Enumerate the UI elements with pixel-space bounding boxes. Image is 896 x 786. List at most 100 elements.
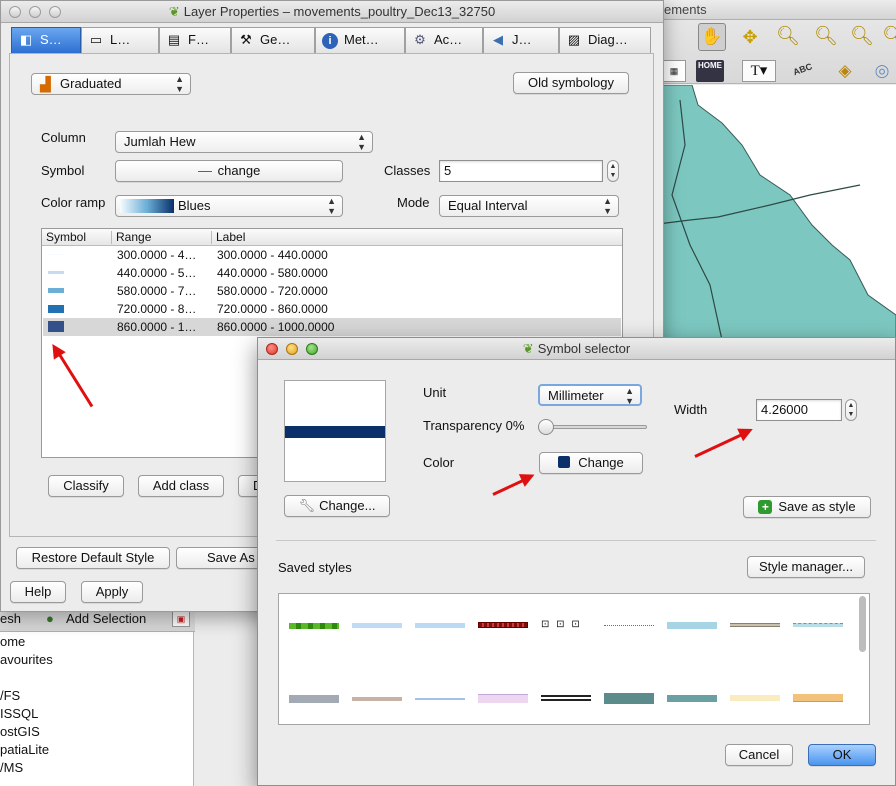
apply-button[interactable]: Apply bbox=[81, 581, 143, 603]
zoom-layer-icon[interactable]: 🔍︎ bbox=[882, 23, 896, 51]
browser-item-favourites[interactable]: avourites bbox=[0, 652, 53, 667]
layers-panel-area bbox=[195, 612, 257, 786]
transparency-slider-track[interactable] bbox=[538, 419, 647, 435]
browser-item-mssql[interactable]: ISSQL bbox=[0, 706, 38, 721]
map-toolbar: ✋ ✥ 🔍︎ 🔍︎ 🔍︎ 🔍︎ ▦ HOME T▾ ABC ◈ ◎ bbox=[650, 20, 896, 84]
style-item-17[interactable] bbox=[730, 695, 780, 701]
tab-joins-label: J… bbox=[512, 32, 532, 47]
style-item-11[interactable] bbox=[352, 697, 402, 701]
style-item-16[interactable] bbox=[667, 695, 717, 702]
label-tool-text: ABC bbox=[791, 61, 814, 78]
unit-combo[interactable]: Millimeter ▲ ▼ bbox=[538, 384, 642, 406]
table-row[interactable]: 720.0000 - 8… 720.0000 - 860.0000 bbox=[43, 300, 621, 318]
tab-style[interactable]: ◧ S… bbox=[11, 27, 81, 53]
selector-close-button[interactable] bbox=[266, 343, 278, 355]
style-item-12[interactable] bbox=[415, 698, 465, 700]
tab-general[interactable]: ⚒ Ge… bbox=[231, 27, 315, 53]
layer-properties-titlebar: ❦ Layer Properties – movements_poultry_De… bbox=[1, 1, 663, 23]
map-canvas[interactable] bbox=[650, 85, 896, 340]
classes-spinbox[interactable]: 5 bbox=[439, 160, 603, 182]
home-icon[interactable]: HOME bbox=[696, 60, 724, 82]
restore-default-style-button[interactable]: Restore Default Style bbox=[16, 547, 170, 569]
symbol-label: Symbol bbox=[41, 163, 85, 178]
classify-button[interactable]: Classify bbox=[48, 475, 124, 497]
browser-item-spatialite[interactable]: patiaLite bbox=[0, 742, 49, 757]
tab-fields[interactable]: ▤ F… bbox=[159, 27, 231, 53]
help-button[interactable]: Help bbox=[10, 581, 66, 603]
main-window-title-fragment: ements bbox=[664, 2, 707, 17]
saved-styles-list[interactable]: ⊡ ⊡ ⊡ bbox=[278, 593, 870, 725]
rotate-label-icon[interactable]: ◎ bbox=[868, 60, 896, 82]
style-item-5[interactable]: ⊡ ⊡ ⊡ bbox=[541, 619, 591, 631]
style-item-14[interactable] bbox=[541, 695, 591, 701]
style-item-4[interactable] bbox=[478, 622, 528, 628]
cancel-button[interactable]: Cancel bbox=[725, 744, 793, 766]
text-annotation-icon[interactable]: T▾ bbox=[742, 60, 776, 82]
tab-actions[interactable]: ⚙ Ac… bbox=[405, 27, 483, 53]
label-tool-icon[interactable]: ABC bbox=[788, 60, 820, 86]
zoom-out-icon[interactable]: 🔍︎ bbox=[812, 23, 840, 51]
tab-metadata[interactable]: i Met… bbox=[315, 27, 405, 53]
window-minimize-button[interactable] bbox=[29, 6, 41, 18]
zoom-in-icon[interactable]: 🔍︎ bbox=[774, 23, 802, 51]
color-ramp-combo[interactable]: Blues ▲ ▼ bbox=[115, 195, 343, 217]
zoom-full-icon[interactable]: 🔍︎ bbox=[848, 23, 876, 51]
pan-to-selection-icon[interactable]: ✥ bbox=[736, 23, 764, 51]
mode-combo[interactable]: Equal Interval ▲ ▼ bbox=[439, 195, 619, 217]
symbol-change-button[interactable]: change bbox=[115, 160, 343, 182]
old-symbology-button[interactable]: Old symbology bbox=[513, 72, 629, 94]
transparency-slider-handle[interactable] bbox=[538, 419, 554, 435]
window-close-button[interactable] bbox=[9, 6, 21, 18]
table-row[interactable]: 440.0000 - 5… 440.0000 - 580.0000 bbox=[43, 264, 621, 282]
style-item-1[interactable] bbox=[289, 623, 339, 629]
column-combo[interactable]: Jumlah Hew ▲ ▼ bbox=[115, 131, 373, 153]
table-row[interactable]: 300.0000 - 4… 300.0000 - 440.0000 bbox=[43, 246, 621, 264]
add-class-button[interactable]: Add class bbox=[138, 475, 224, 497]
style-item-3[interactable] bbox=[415, 623, 465, 628]
pan-tool-icon[interactable]: ✋ bbox=[698, 23, 726, 51]
tab-joins[interactable]: ◀ J… bbox=[483, 27, 559, 53]
renderer-type-combo[interactable]: ▟ Graduated ▲ ▼ bbox=[31, 73, 191, 95]
window-zoom-button[interactable] bbox=[49, 6, 61, 18]
style-item-15[interactable] bbox=[604, 693, 654, 704]
table-row-selected[interactable]: 860.0000 - 1… 860.0000 - 1000.0000 bbox=[43, 318, 621, 336]
table-row[interactable]: 580.0000 - 7… 580.0000 - 720.0000 bbox=[43, 282, 621, 300]
ok-button[interactable]: OK bbox=[808, 744, 876, 766]
style-item-9[interactable] bbox=[793, 623, 843, 627]
selector-zoom-button[interactable] bbox=[306, 343, 318, 355]
tab-diagrams[interactable]: ▨ Diag… bbox=[559, 27, 651, 53]
style-item-7[interactable] bbox=[667, 622, 717, 629]
refresh-button-fragment[interactable]: esh bbox=[0, 611, 21, 626]
browser-item-wfs[interactable]: /FS bbox=[0, 688, 20, 703]
style-item-2[interactable] bbox=[352, 623, 402, 628]
browser-item-wms[interactable]: /MS bbox=[0, 760, 23, 775]
saved-styles-scrollbar[interactable] bbox=[859, 596, 866, 652]
header-symbol[interactable]: Symbol bbox=[46, 229, 86, 245]
color-change-button[interactable]: Change bbox=[539, 452, 643, 474]
width-spinbox-arrows[interactable]: ▲ ▼ bbox=[845, 399, 857, 421]
style-item-8[interactable] bbox=[730, 623, 780, 627]
tab-fields-label: F… bbox=[188, 32, 209, 47]
move-label-icon[interactable]: ◈ bbox=[832, 60, 858, 82]
header-range[interactable]: Range bbox=[116, 229, 151, 245]
browser-item-home[interactable]: ome bbox=[0, 634, 25, 649]
mode-label: Mode bbox=[397, 195, 430, 210]
map-polygons bbox=[650, 85, 896, 340]
header-label[interactable]: Label bbox=[216, 229, 245, 245]
style-item-18[interactable] bbox=[793, 694, 843, 702]
browser-item-postgis[interactable]: ostGIS bbox=[0, 724, 40, 739]
preview-change-button[interactable]: 🔧︎ Change... bbox=[284, 495, 390, 517]
style-item-10[interactable] bbox=[289, 695, 339, 703]
save-as-style-button[interactable]: + Save as style bbox=[743, 496, 871, 518]
add-selection-button[interactable]: Add Selection bbox=[66, 611, 146, 626]
tab-labels[interactable]: ▭ L… bbox=[81, 27, 159, 53]
classes-spinbox-arrows[interactable]: ▲ ▼ bbox=[607, 160, 619, 182]
style-item-13[interactable] bbox=[478, 694, 528, 703]
add-selection-icon: ● bbox=[46, 611, 54, 626]
width-spinbox[interactable]: 4.26000 bbox=[756, 399, 842, 421]
style-manager-button[interactable]: Style manager... bbox=[747, 556, 865, 578]
annotation-icon[interactable]: ▦ bbox=[662, 60, 686, 82]
selector-minimize-button[interactable] bbox=[286, 343, 298, 355]
style-item-6[interactable] bbox=[604, 625, 654, 627]
collapse-icon[interactable]: ▣ bbox=[172, 611, 190, 627]
